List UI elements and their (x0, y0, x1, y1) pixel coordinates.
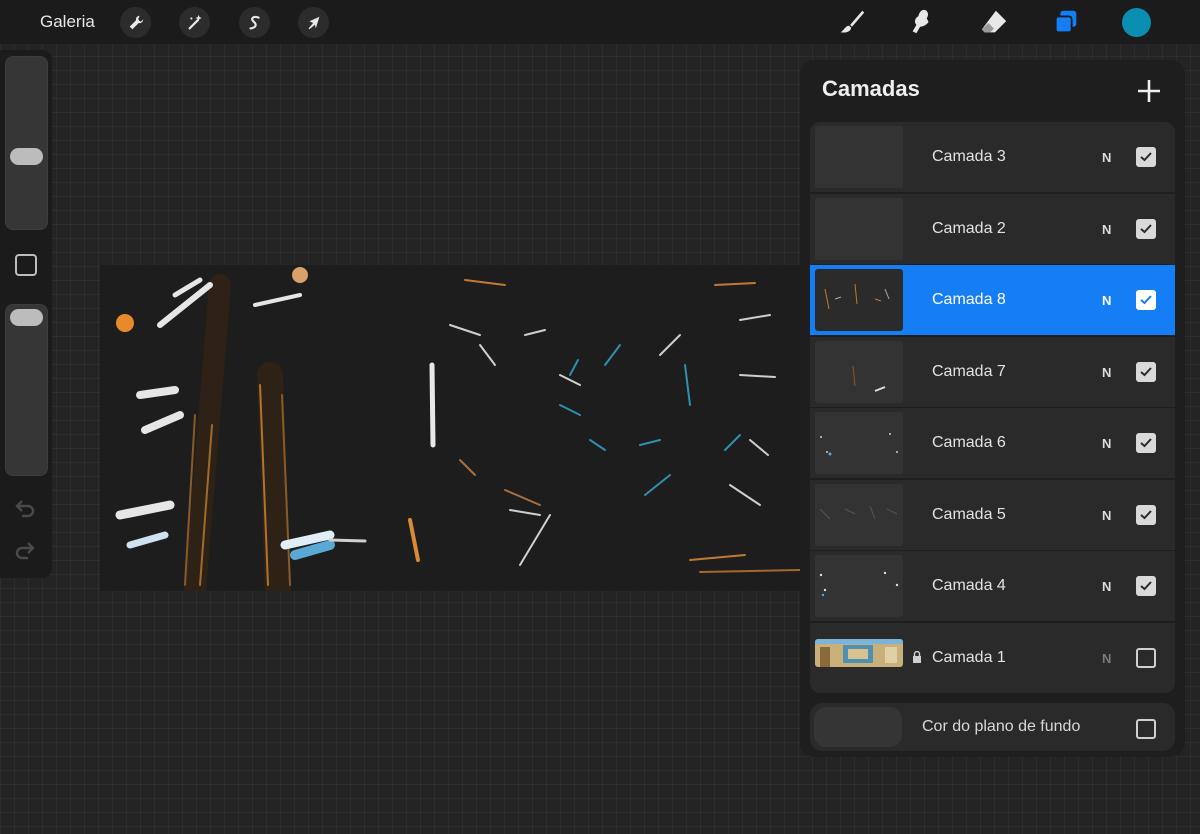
layer-row[interactable]: Camada 4 N (810, 551, 1175, 621)
layer-row[interactable]: Camada 3 N (810, 122, 1175, 192)
gallery-button[interactable]: Galeria (40, 12, 95, 32)
modify-button[interactable] (15, 254, 37, 276)
checkmark-icon (1140, 366, 1152, 376)
layer-visibility-checkbox[interactable] (1136, 576, 1156, 596)
layer-name: Camada 6 (932, 434, 1006, 451)
layers-list: Camada 3 N Camada 2 N Camada 8 N Camada … (810, 122, 1175, 694)
layer-thumbnail (815, 197, 903, 260)
arrow-cursor-icon[interactable] (298, 7, 329, 38)
layer-visibility-checkbox[interactable] (1136, 433, 1156, 453)
blend-mode-button[interactable]: N (1102, 293, 1111, 308)
layer-thumbnail (815, 555, 903, 617)
layer-visibility-checkbox[interactable] (1136, 361, 1156, 382)
layer-visibility-checkbox[interactable] (1136, 647, 1156, 668)
thumbnail-marks (819, 571, 899, 597)
layer-name: Camada 5 (932, 505, 1006, 523)
blend-mode-button[interactable]: N (1102, 150, 1111, 165)
undo-icon[interactable] (14, 498, 36, 520)
layer-row[interactable]: Camada 7 N (810, 336, 1175, 407)
opacity-thumb[interactable] (10, 309, 43, 326)
thumbnail-marks (824, 283, 890, 310)
thumbnail-marks (820, 433, 898, 456)
checkmark-icon (1140, 581, 1152, 591)
blend-mode-button[interactable]: N (1102, 436, 1111, 451)
eraser-icon[interactable] (978, 6, 1010, 38)
thumbnail-marks (852, 365, 886, 392)
background-color-label: Cor do plano de fundo (922, 718, 1081, 735)
layer-name: Camada 4 (932, 577, 1006, 594)
selection-s-icon[interactable] (239, 7, 270, 38)
layer-name: Camada 7 (932, 362, 1006, 380)
layer-thumbnail (815, 412, 903, 474)
add-layer-plus-icon[interactable] (1136, 78, 1162, 104)
left-sidebar (0, 50, 52, 578)
blend-mode-button[interactable]: N (1102, 508, 1111, 523)
layer-visibility-checkbox[interactable] (1136, 290, 1156, 310)
layer-row[interactable]: Camada 6 N (810, 408, 1175, 478)
layers-panel: Camadas Camada 3 N Camada 2 N Camada 8 N (800, 60, 1185, 757)
checkmark-icon (1140, 295, 1152, 305)
top-toolbar: Galeria (0, 0, 1200, 44)
blend-mode-button[interactable]: N (1102, 651, 1111, 666)
lock-icon (913, 650, 921, 663)
layer-name: Camada 2 (932, 219, 1006, 237)
checkmark-icon (1140, 438, 1152, 448)
layer-row-active[interactable]: Camada 8 N (810, 265, 1175, 335)
layer-visibility-checkbox[interactable] (1136, 218, 1156, 239)
background-visibility-checkbox[interactable] (1136, 719, 1156, 739)
brush-size-slider[interactable] (5, 56, 48, 230)
drawing-canvas[interactable] (100, 265, 800, 591)
blend-mode-button[interactable]: N (1102, 222, 1111, 237)
layer-thumbnail (815, 638, 903, 667)
layer-thumbnail (815, 126, 903, 188)
wrench-icon[interactable] (120, 7, 151, 38)
layer-thumbnail (815, 269, 903, 331)
background-color-row[interactable]: Cor do plano de fundo (810, 703, 1175, 751)
thumbnail-marks (815, 638, 903, 667)
background-color-swatch[interactable] (814, 707, 902, 747)
brush-icon[interactable] (836, 6, 868, 38)
magic-wand-icon[interactable] (179, 7, 210, 38)
opacity-slider[interactable] (5, 304, 48, 476)
panel-title: Camadas (822, 76, 920, 101)
layer-thumbnail (815, 483, 903, 546)
layer-name: Camada 3 (932, 148, 1006, 165)
thumbnail-marks (819, 505, 898, 519)
layer-visibility-checkbox[interactable] (1136, 504, 1156, 525)
layer-thumbnail (815, 340, 903, 403)
artwork (115, 267, 800, 591)
color-picker-swatch[interactable] (1122, 8, 1151, 37)
layer-visibility-checkbox[interactable] (1136, 147, 1156, 167)
checkmark-icon (1140, 152, 1152, 162)
layer-name: Camada 8 (932, 291, 1006, 308)
layer-row[interactable]: Camada 5 N (810, 479, 1175, 550)
brush-size-thumb[interactable] (10, 148, 43, 165)
redo-icon[interactable] (14, 540, 36, 562)
checkmark-icon (1140, 223, 1152, 233)
smudge-icon[interactable] (906, 6, 938, 38)
layer-row[interactable]: Camada 2 N (810, 193, 1175, 264)
checkmark-icon (1140, 509, 1152, 519)
layer-name: Camada 1 (932, 648, 1006, 666)
blend-mode-button[interactable]: N (1102, 365, 1111, 380)
layer-row[interactable]: Camada 1 N (810, 622, 1175, 693)
layers-icon[interactable] (1050, 6, 1082, 38)
blend-mode-button[interactable]: N (1102, 579, 1111, 594)
